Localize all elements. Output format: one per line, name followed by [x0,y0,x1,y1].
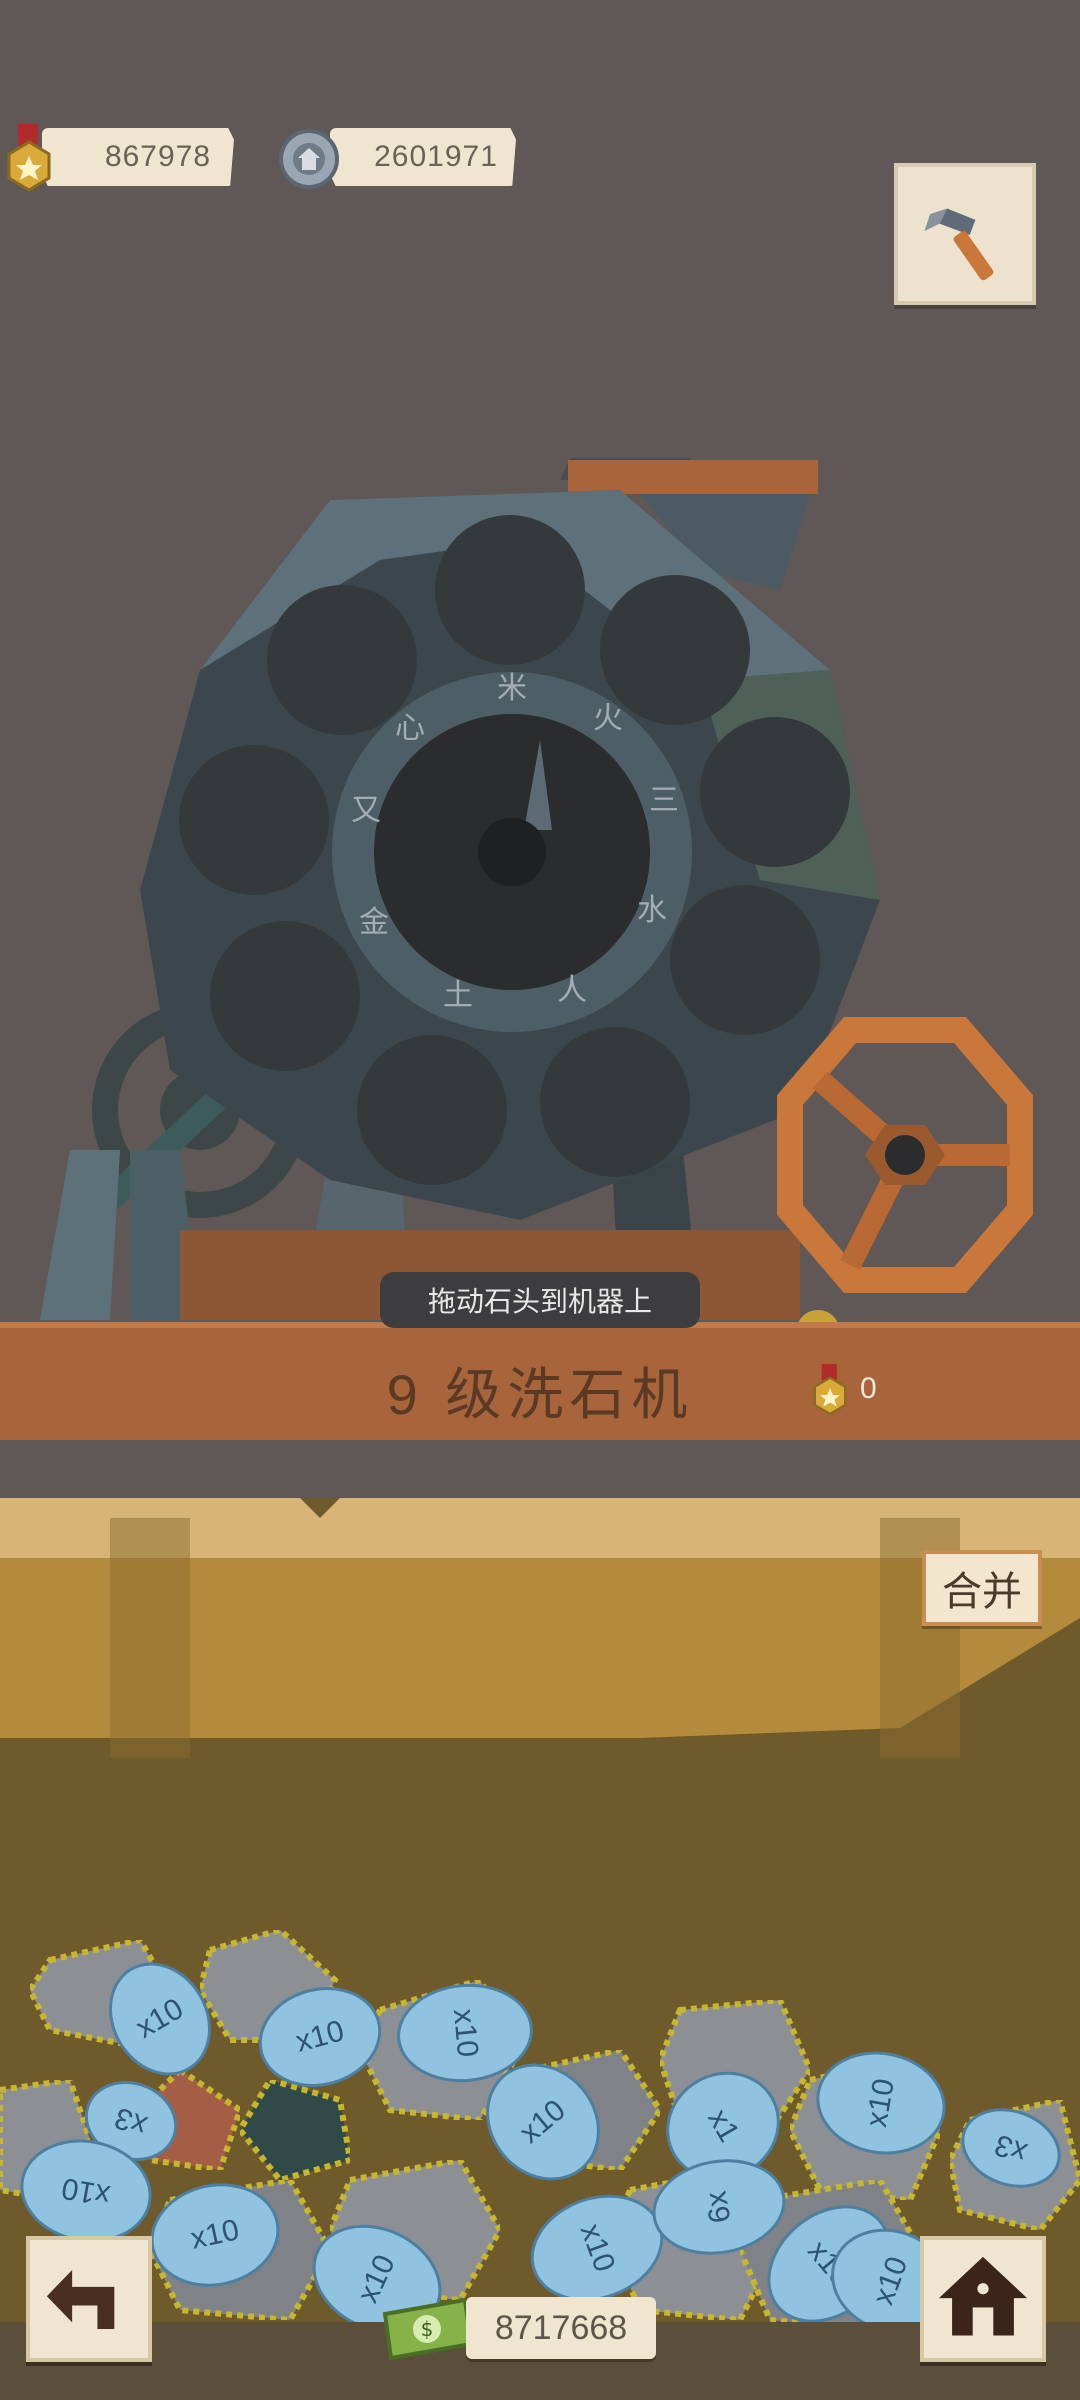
drag-hint: 拖动石头到机器上 [380,1272,700,1328]
dial-glyph: 火 [593,701,623,736]
svg-text:$: $ [421,2317,434,2341]
gear-count-pill: 2601971 [330,128,516,186]
dial-glyph: 土 [443,978,473,1013]
build-hammer-button[interactable] [894,163,1036,305]
machine-title: 9 级洗石机 [386,1363,694,1426]
home-button[interactable] [920,2236,1046,2362]
back-button[interactable] [26,2236,152,2362]
gear-count: 2601971 [374,140,498,173]
bin-lid [0,1498,1080,1758]
gear-icon [279,129,339,189]
dial-glyph: 又 [351,793,381,828]
reward-count: 0 [860,1372,877,1405]
medal-count-pill: 867978 [42,128,234,186]
money-count: 8717668 [466,2297,656,2359]
reward-medal-icon [813,1363,847,1416]
medal-count: 867978 [104,140,212,173]
dial-glyph: 人 [557,973,587,1008]
crank-wheel[interactable] [777,1017,1033,1293]
medal-icon [7,124,51,192]
dial-glyph: 水 [637,893,667,928]
home-icon [938,2256,1028,2336]
cash-icon: $ [382,2297,474,2361]
back-arrow-icon [46,2269,115,2329]
dial-glyph: 金 [359,905,389,940]
stone-washing-machine[interactable]: 米 火 三 水 人 土 金 又 心 [0,420,1080,1340]
dial-glyph: 心 [395,711,425,746]
merge-button[interactable]: 合并 [922,1550,1042,1626]
hammer-icon [924,208,994,281]
dial-glyph: 三 [649,783,679,818]
dial-glyph: 米 [497,671,527,706]
